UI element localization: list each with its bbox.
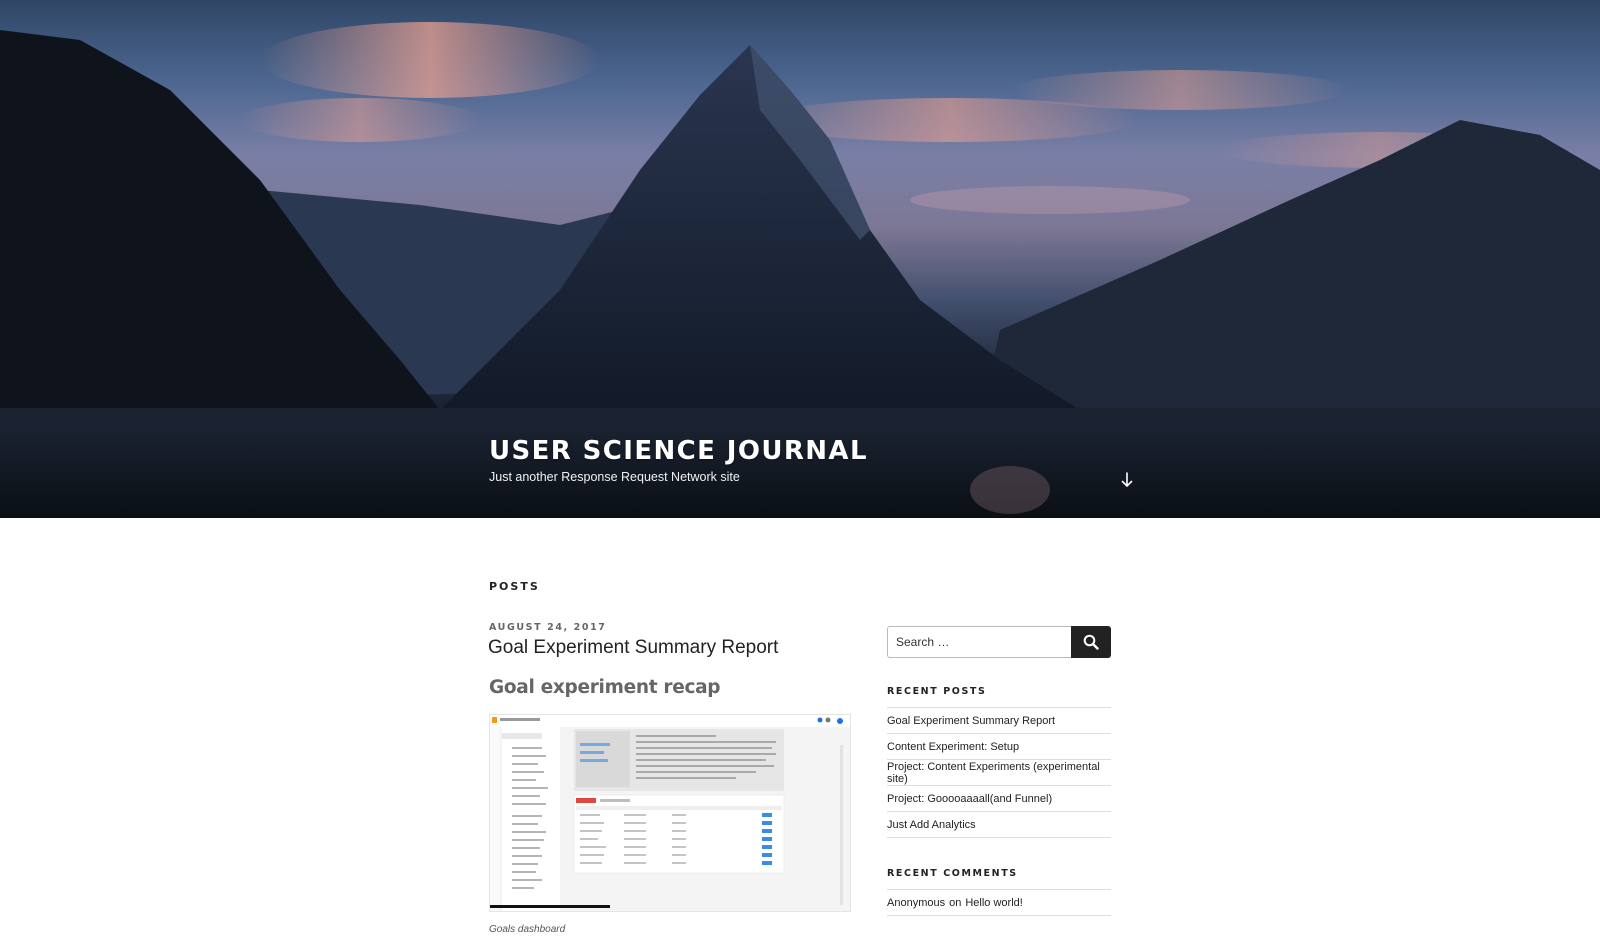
list-item: Just Add Analytics <box>887 811 1111 838</box>
posts-heading: POSTS <box>489 580 540 593</box>
recent-post-link[interactable]: Just Add Analytics <box>887 819 976 831</box>
post-date[interactable]: AUGUST 24, 2017 <box>489 622 851 633</box>
recent-post-link[interactable]: Content Experiment: Setup <box>887 741 1019 753</box>
post-entry: AUGUST 24, 2017 Goal Experiment Summary … <box>488 622 851 935</box>
site-branding: USER SCIENCE JOURNAL Just another Respon… <box>489 436 868 484</box>
recent-posts-list: Goal Experiment Summary Report Content E… <box>887 707 1111 838</box>
recent-comments-widget: RECENT COMMENTS Anonymous on Hello world! <box>887 868 1111 916</box>
list-item: Project: Gooooaaaall(and Funnel) <box>887 785 1111 811</box>
site-description: Just another Response Request Network si… <box>489 470 740 484</box>
recent-post-link[interactable]: Project: Gooooaaaall(and Funnel) <box>887 793 1052 805</box>
goals-dashboard-screenshot[interactable] <box>489 714 851 912</box>
sidebar: RECENT POSTS Goal Experiment Summary Rep… <box>887 626 1111 916</box>
recent-posts-title: RECENT POSTS <box>887 686 987 697</box>
post-title-link[interactable]: Goal Experiment Summary Report <box>488 637 851 659</box>
search-input[interactable] <box>887 626 1071 658</box>
site-title[interactable]: USER SCIENCE JOURNAL <box>489 436 868 466</box>
recent-comments-title: RECENT COMMENTS <box>887 868 1018 879</box>
search-icon <box>1083 634 1099 650</box>
post-figure: Goals dashboard <box>489 714 851 935</box>
site-header: USER SCIENCE JOURNAL Just another Respon… <box>0 0 1600 518</box>
list-item: Content Experiment: Setup <box>887 733 1111 759</box>
search-button[interactable] <box>1071 626 1111 658</box>
list-item: Goal Experiment Summary Report <box>887 707 1111 733</box>
comment-connector: on <box>949 896 962 909</box>
list-item: Anonymous on Hello world! <box>887 889 1111 916</box>
recent-comments-list: Anonymous on Hello world! <box>887 889 1111 916</box>
arrow-down-icon <box>1121 472 1133 487</box>
recent-post-link[interactable]: Project: Content Experiments (experiment… <box>887 761 1111 785</box>
post-subheading: Goal experiment recap <box>489 677 721 698</box>
recent-post-link[interactable]: Goal Experiment Summary Report <box>887 715 1055 727</box>
list-item: Project: Content Experiments (experiment… <box>887 759 1111 785</box>
figure-caption: Goals dashboard <box>489 924 566 935</box>
recent-posts-widget: RECENT POSTS Goal Experiment Summary Rep… <box>887 686 1111 838</box>
comment-post-link[interactable]: Hello world! <box>965 897 1022 909</box>
comment-author: Anonymous <box>887 896 946 909</box>
search-form <box>887 626 1111 658</box>
dashboard-thumbnail <box>490 715 850 911</box>
scroll-down-button[interactable] <box>1118 470 1136 490</box>
